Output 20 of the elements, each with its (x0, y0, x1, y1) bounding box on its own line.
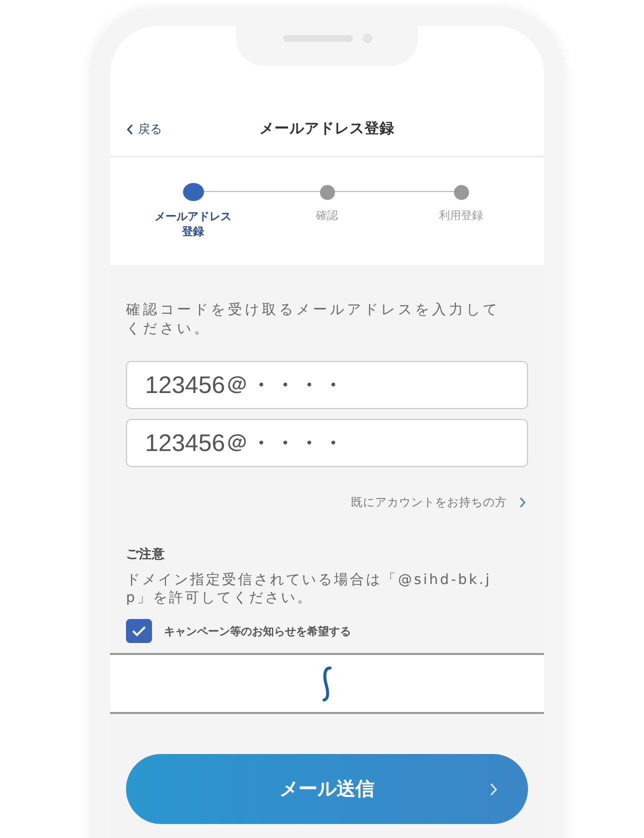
page-title: メールアドレス登録 (260, 120, 394, 138)
checkbox-label: キャンペーン等のお知らせを希望する (164, 624, 351, 638)
notice-text: ドメイン指定受信されている場合は「@sihd-bk.jp」を許可してください。 (126, 571, 492, 607)
step-label: 確認 (316, 208, 338, 223)
chevron-right-icon (489, 782, 498, 797)
step-label: メールアドレス登録 (154, 209, 232, 239)
instruction-text: 確認コードを受け取るメールアドレスを入力してください。 (126, 301, 500, 339)
checkmark-icon (131, 625, 147, 637)
chevron-left-icon (126, 124, 134, 135)
step-label: 利用登録 (439, 208, 483, 223)
email-field[interactable]: 123456＠・・・・ (126, 419, 528, 467)
email-field[interactable]: 123456＠・・・・ (126, 361, 528, 409)
checkbox[interactable] (126, 619, 152, 643)
account-link[interactable]: 既にアカウントをお持ちの方 (351, 495, 528, 510)
back-link[interactable]: 戻る (126, 121, 162, 138)
chevron-right-icon (519, 497, 526, 508)
squiggle-icon (321, 664, 333, 702)
camera-dot (362, 34, 372, 42)
send-mail-button[interactable]: メール送信 (126, 754, 528, 824)
notice-title: ご注意 (126, 546, 166, 563)
